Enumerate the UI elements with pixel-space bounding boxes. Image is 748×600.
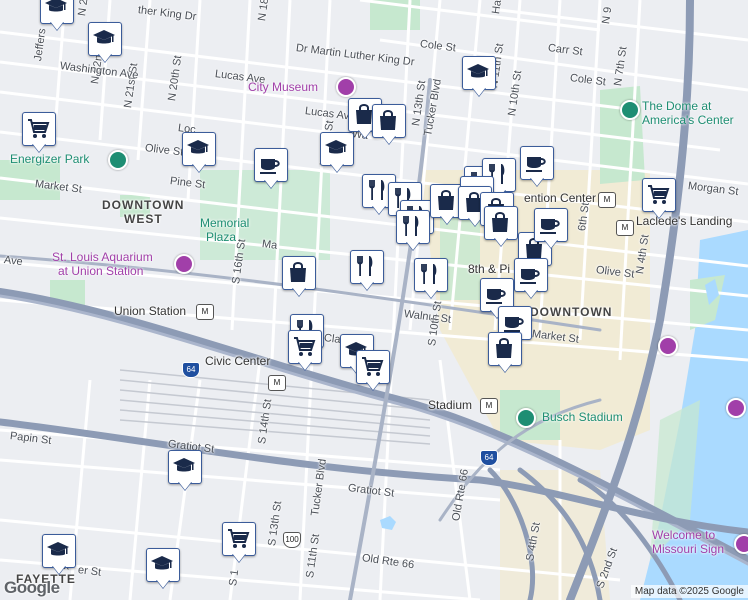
fork-knife-icon bbox=[403, 216, 419, 236]
shopping-marker[interactable] bbox=[22, 112, 56, 156]
fork-knife-icon bbox=[421, 264, 437, 284]
place-label-aquarium-2[interactable]: at Union Station bbox=[58, 264, 143, 278]
restaurant-marker[interactable] bbox=[350, 250, 384, 294]
graduation-cap-icon bbox=[47, 542, 69, 556]
education-marker[interactable] bbox=[42, 534, 76, 578]
fork-knife-icon bbox=[369, 180, 385, 200]
cafe-marker[interactable] bbox=[514, 258, 548, 302]
shopping-cart-icon bbox=[294, 337, 316, 356]
education-marker[interactable] bbox=[182, 132, 216, 176]
shopping-bag-icon bbox=[492, 212, 508, 232]
google-logo: Google bbox=[4, 578, 60, 597]
coffee-cup-icon bbox=[526, 157, 546, 172]
street-label-market-mid: Ma bbox=[261, 238, 278, 252]
metro-icon[interactable]: M bbox=[196, 304, 214, 320]
interstate-shield-icon: 64 bbox=[182, 362, 200, 378]
shopping-marker[interactable] bbox=[372, 104, 406, 148]
sign-landmark-icon[interactable] bbox=[726, 398, 746, 418]
graduation-cap-icon bbox=[187, 140, 209, 154]
route-shield-icon: 100 bbox=[283, 532, 301, 548]
place-label-aquarium-1[interactable]: St. Louis Aquarium bbox=[52, 250, 153, 264]
street-label-s-13th-b: S 1 bbox=[227, 568, 242, 587]
metro-icon[interactable]: M bbox=[268, 375, 286, 391]
graduation-cap-icon bbox=[325, 140, 347, 154]
shopping-marker[interactable] bbox=[356, 350, 390, 394]
graduation-cap-icon bbox=[45, 0, 67, 12]
cafe-marker[interactable] bbox=[520, 146, 554, 190]
welcome-sign-icon[interactable] bbox=[734, 534, 748, 554]
metro-icon[interactable]: M bbox=[598, 192, 616, 208]
shopping-bag-icon bbox=[290, 262, 306, 282]
restaurant-marker[interactable] bbox=[414, 258, 448, 302]
shopping-cart-icon bbox=[28, 119, 50, 138]
district-label-downtown-west-1: DOWNTOWN bbox=[102, 198, 185, 212]
cafe-marker[interactable] bbox=[254, 148, 288, 192]
shopping-marker[interactable] bbox=[288, 330, 322, 374]
place-label-dome-2[interactable]: America's Center bbox=[642, 113, 734, 127]
park-icon[interactable] bbox=[108, 150, 128, 170]
coffee-cup-icon bbox=[520, 269, 540, 284]
street-label-n-9th: N 9 bbox=[600, 6, 615, 25]
shopping-marker[interactable] bbox=[484, 206, 518, 250]
education-marker[interactable] bbox=[462, 56, 496, 100]
place-label-memorial-1[interactable]: Memorial bbox=[200, 216, 249, 230]
coffee-cup-icon bbox=[504, 317, 524, 332]
museum-icon[interactable] bbox=[336, 77, 356, 97]
transit-label-civic-center[interactable]: Civic Center bbox=[205, 354, 270, 368]
coffee-cup-icon bbox=[540, 219, 560, 234]
place-label-dome-1[interactable]: The Dome at bbox=[642, 99, 711, 113]
place-label-welcome-2[interactable]: Missouri Sign bbox=[652, 542, 724, 556]
education-marker[interactable] bbox=[168, 450, 202, 494]
shopping-marker[interactable] bbox=[488, 332, 522, 376]
graduation-cap-icon bbox=[151, 556, 173, 570]
cafe-marker[interactable] bbox=[534, 208, 568, 252]
transit-label-8th-pine[interactable]: 8th & Pi bbox=[468, 262, 510, 276]
restaurant-marker[interactable] bbox=[396, 210, 430, 254]
transit-label-convention[interactable]: ention Center bbox=[524, 191, 596, 205]
education-marker[interactable] bbox=[40, 0, 74, 34]
shopping-marker[interactable] bbox=[282, 256, 316, 300]
coffee-cup-icon bbox=[260, 159, 280, 174]
stadium-dome-icon[interactable] bbox=[620, 100, 640, 120]
district-label-downtown-west-2: WEST bbox=[124, 212, 163, 226]
transit-label-stadium[interactable]: Stadium bbox=[428, 398, 472, 412]
ballpark-icon[interactable] bbox=[516, 408, 536, 428]
graduation-cap-icon bbox=[173, 458, 195, 472]
education-marker[interactable] bbox=[146, 548, 180, 592]
district-label-downtown: DOWNTOWN bbox=[530, 305, 613, 319]
shopping-cart-icon bbox=[648, 185, 670, 204]
map-canvas[interactable] bbox=[0, 0, 748, 600]
place-label-city-museum[interactable]: City Museum bbox=[248, 80, 318, 94]
transit-label-union-station[interactable]: Union Station bbox=[114, 304, 186, 318]
shopping-bag-icon bbox=[380, 110, 396, 130]
shopping-marker[interactable] bbox=[222, 522, 256, 566]
coffee-cup-icon bbox=[486, 289, 506, 304]
place-label-busch-stadium[interactable]: Busch Stadium bbox=[542, 410, 623, 424]
aquarium-icon[interactable] bbox=[174, 254, 194, 274]
place-label-memorial-2[interactable]: Plaza bbox=[206, 230, 236, 244]
map-data-credit[interactable]: Map data ©2025 Google bbox=[630, 585, 748, 598]
street-label-ave-left: Ave bbox=[3, 254, 24, 269]
shopping-cart-icon bbox=[362, 357, 384, 376]
metro-icon[interactable]: M bbox=[480, 398, 498, 414]
education-marker[interactable] bbox=[88, 22, 122, 66]
shopping-cart-icon bbox=[228, 529, 250, 548]
shopping-marker[interactable] bbox=[642, 178, 676, 222]
interstate-shield-icon: 64 bbox=[480, 450, 498, 466]
monument-icon[interactable] bbox=[658, 336, 678, 356]
shopping-bag-icon bbox=[496, 338, 512, 358]
street-label-cla: Cla bbox=[323, 332, 342, 346]
shopping-bag-icon bbox=[438, 190, 454, 210]
graduation-cap-icon bbox=[467, 64, 489, 78]
place-label-welcome-1[interactable]: Welcome to bbox=[652, 528, 715, 542]
graduation-cap-icon bbox=[93, 30, 115, 44]
fork-knife-icon bbox=[357, 256, 373, 276]
metro-icon[interactable]: M bbox=[616, 220, 634, 236]
